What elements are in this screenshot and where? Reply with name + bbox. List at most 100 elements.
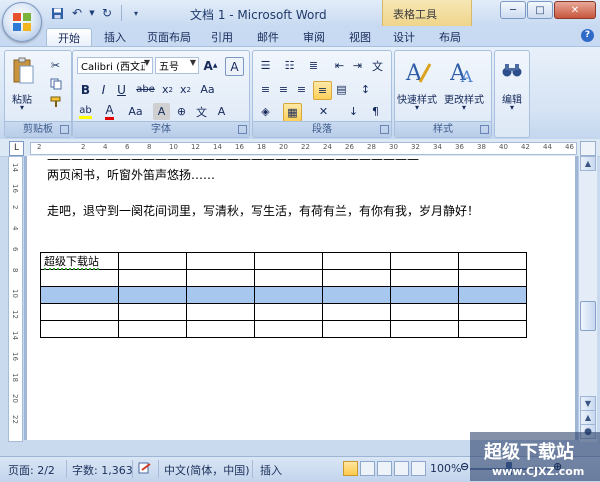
- font-launcher-icon[interactable]: [238, 125, 247, 134]
- table-cell[interactable]: [390, 286, 459, 304]
- sort-az-icon[interactable]: ↓: [345, 103, 362, 120]
- table-cell[interactable]: [322, 303, 391, 321]
- language-indicator[interactable]: 中文(简体，中国): [164, 462, 250, 478]
- outline-view-icon[interactable]: [394, 461, 409, 476]
- align-right-icon[interactable]: ≡: [293, 81, 310, 98]
- quick-styles-dropdown-icon[interactable]: ▾: [392, 103, 442, 112]
- table-cell[interactable]: [322, 320, 391, 338]
- table-cell[interactable]: [390, 303, 459, 321]
- font-name-dropdown-icon[interactable]: ▼: [144, 58, 150, 67]
- table-cell[interactable]: [322, 269, 391, 287]
- office-button[interactable]: [2, 2, 42, 42]
- draft-view-icon[interactable]: [411, 461, 426, 476]
- superscript-icon[interactable]: x2: [177, 81, 194, 98]
- full-screen-reading-icon[interactable]: [360, 461, 375, 476]
- vertical-ruler[interactable]: 14 16 2 4 6 8 10 12 14 16 18 20 22: [8, 156, 23, 442]
- font-size-dropdown-icon[interactable]: ▼: [190, 58, 196, 67]
- paste-dropdown-icon[interactable]: ▾: [0, 103, 47, 112]
- table-cell[interactable]: [322, 286, 391, 304]
- paste-icon[interactable]: [9, 55, 37, 87]
- bullets-icon[interactable]: ☰: [257, 57, 274, 74]
- table-cell[interactable]: [186, 303, 255, 321]
- table-cell[interactable]: 超级下载站: [40, 252, 119, 270]
- table-cell[interactable]: [118, 252, 187, 270]
- table-cell[interactable]: [390, 269, 459, 287]
- distributed-icon[interactable]: ▤: [333, 81, 350, 98]
- zoom-out-icon[interactable]: ⊖: [460, 460, 469, 473]
- undo-dropdown-icon[interactable]: ▼: [88, 4, 96, 22]
- tab-selector-icon[interactable]: L: [9, 141, 24, 156]
- table-cell[interactable]: [40, 269, 119, 287]
- font-name-combo[interactable]: Calibri (西文正文) ▼: [77, 57, 153, 74]
- clear-format-icon[interactable]: A: [225, 57, 244, 76]
- multilevel-list-icon[interactable]: ≣: [305, 57, 322, 74]
- table-cell[interactable]: [390, 252, 459, 270]
- numbering-icon[interactable]: ☷: [281, 57, 298, 74]
- tab-home[interactable]: 开始: [46, 28, 92, 47]
- document-line-1[interactable]: 两页闲书，听窗外笛声悠扬……: [47, 166, 215, 183]
- tab-review[interactable]: 审阅: [296, 28, 332, 46]
- table-row[interactable]: [40, 303, 527, 321]
- table-cell[interactable]: [458, 252, 527, 270]
- change-styles-dropdown-icon[interactable]: ▾: [439, 103, 489, 112]
- font-color-icon[interactable]: A: [101, 103, 118, 120]
- align-left-icon[interactable]: ≡: [257, 81, 274, 98]
- line-spacing-icon[interactable]: ↕: [357, 81, 374, 98]
- customize-icon[interactable]: ▾: [127, 4, 145, 22]
- table-row[interactable]: 超级下载站: [40, 252, 527, 270]
- document-page[interactable]: ——————————————————————————————— 两页闲书，听窗外…: [27, 156, 575, 440]
- table-cell[interactable]: [458, 320, 527, 338]
- proofing-icon[interactable]: [138, 462, 152, 478]
- borders-icon[interactable]: ▦: [283, 103, 302, 122]
- phonetic-guide-icon[interactable]: 文: [193, 103, 210, 120]
- grow-font-icon[interactable]: A ▲: [202, 57, 219, 74]
- zoom-level[interactable]: 100%: [430, 462, 461, 475]
- table-cell[interactable]: [118, 269, 187, 287]
- table-cell[interactable]: [390, 320, 459, 338]
- word-count[interactable]: 字数: 1,363: [72, 462, 133, 478]
- table-cell[interactable]: [322, 252, 391, 270]
- document-table[interactable]: 超级下载站: [40, 252, 527, 338]
- character-scale-icon[interactable]: Aa: [127, 103, 144, 120]
- change-case-icon[interactable]: Aa: [199, 81, 216, 98]
- change-styles-icon[interactable]: AA: [449, 57, 479, 87]
- clipboard-launcher-icon[interactable]: [60, 125, 69, 134]
- table-cell[interactable]: [186, 252, 255, 270]
- previous-page-icon[interactable]: ▲: [580, 410, 596, 425]
- bold-icon[interactable]: B: [77, 81, 94, 98]
- web-layout-icon[interactable]: [377, 461, 392, 476]
- tab-insert[interactable]: 插入: [96, 28, 134, 46]
- table-cell[interactable]: [254, 252, 323, 270]
- zoom-slider-thumb[interactable]: [506, 462, 512, 475]
- tab-layout[interactable]: 布局: [432, 28, 468, 46]
- italic-icon[interactable]: I: [95, 81, 112, 98]
- scroll-thumb[interactable]: [580, 301, 596, 331]
- close-button[interactable]: ✕: [554, 1, 596, 19]
- print-layout-view-icon[interactable]: [343, 461, 358, 476]
- table-cell[interactable]: [186, 320, 255, 338]
- character-shading-icon[interactable]: A: [153, 103, 170, 120]
- document-line-2[interactable]: 走吧，退守到一阕花间词里，写清秋，写生活，有荷有兰，有你有我，岁月静好！: [47, 202, 479, 219]
- view-ruler-button[interactable]: [580, 141, 596, 156]
- select-browse-object-icon[interactable]: ●: [580, 424, 596, 439]
- character-border-icon[interactable]: A: [213, 103, 230, 120]
- justify-icon[interactable]: ≡: [313, 81, 332, 100]
- table-cell[interactable]: [458, 269, 527, 287]
- table-cell[interactable]: [40, 320, 119, 338]
- copy-icon[interactable]: [47, 75, 64, 92]
- quick-styles-icon[interactable]: A: [403, 57, 433, 87]
- table-cell[interactable]: [254, 303, 323, 321]
- vertical-scrollbar[interactable]: ▲ ▼ ▲ ●: [578, 156, 597, 442]
- table-cell[interactable]: [40, 286, 119, 304]
- format-painter-icon[interactable]: [47, 93, 64, 110]
- page-indicator[interactable]: 页面: 2/2: [8, 462, 55, 478]
- table-cell[interactable]: [458, 286, 527, 304]
- undo-icon[interactable]: ↶: [68, 4, 86, 22]
- horizontal-ruler[interactable]: 2 2 4 6 8 10 12 14 16 18 20 22 24 26 28 30 32 34 36 38 40 42 4…: [30, 142, 577, 155]
- underline-icon[interactable]: U: [113, 81, 130, 98]
- table-cell[interactable]: [118, 303, 187, 321]
- enclosed-character-icon[interactable]: ⊕: [173, 103, 190, 120]
- highlight-icon[interactable]: ab: [77, 103, 94, 120]
- shading-icon[interactable]: ◈: [257, 103, 274, 120]
- tab-mailings[interactable]: 邮件: [250, 28, 286, 46]
